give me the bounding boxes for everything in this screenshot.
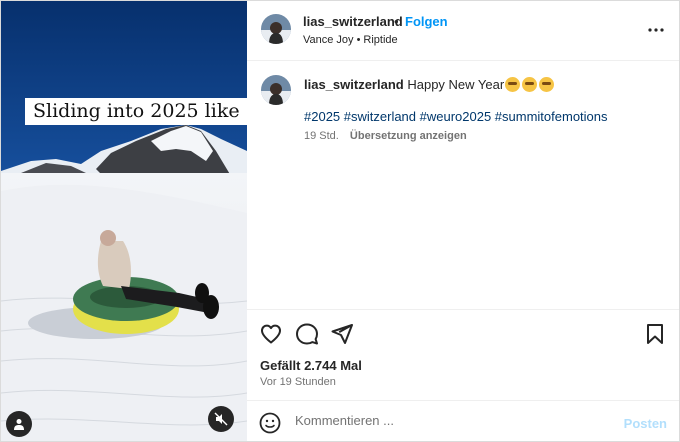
avatar-image [261,75,291,105]
share-button[interactable] [330,322,354,346]
snow-slope-photo [1,1,247,441]
heart-icon [261,324,281,344]
reel-overlay-caption: Sliding into 2025 like [25,98,247,125]
caption-age: 19 Std. [304,130,339,142]
author-username[interactable]: lias_switzerland [303,14,403,29]
author-avatar[interactable] [261,14,291,44]
post-caption: lias_switzerland Happy New Year [304,77,664,93]
partying-face-icon [539,77,555,92]
caption-author-avatar[interactable] [261,75,291,105]
user-tag-icon [14,419,24,430]
more-options-button[interactable] [647,21,665,39]
audio-track: Riptide [363,34,398,46]
bookmark-icon [647,324,663,344]
like-count[interactable]: Gefällt 2.744 Mal [260,358,362,373]
caption-emojis [505,77,556,92]
partying-face-icon [505,77,521,92]
post-comment-button[interactable]: Posten [624,416,667,431]
partying-face-icon [522,77,538,92]
post-details-panel: lias_switzerland • Folgen Vance Joy • Ript… [247,1,679,441]
like-button[interactable] [259,322,283,346]
post-media[interactable]: Sliding into 2025 like [1,1,247,441]
comment-bubble-icon [296,323,318,345]
caption-hashtags[interactable]: #2025 #switzerland #weuro2025 #summitofe… [304,109,608,124]
audio-info[interactable]: Vance Joy • Riptide [303,34,398,46]
caption-text: Happy New Year [407,77,505,92]
comment-button[interactable] [295,322,319,346]
add-comment-bar: Posten [247,400,679,441]
header-separator: • [394,14,399,29]
smiley-icon [259,412,281,434]
post-header: lias_switzerland • Folgen Vance Joy • Ript… [247,1,679,61]
audio-separator: • [356,34,361,46]
paper-plane-icon [331,324,353,344]
show-translation-link[interactable]: Übersetzung anzeigen [350,130,467,142]
comment-input[interactable] [295,413,595,428]
instagram-post-dialog: Sliding into 2025 like lias_switzerland … [0,0,680,442]
post-actions-bar [247,309,679,353]
emoji-picker-button[interactable] [259,412,281,434]
tagged-user-button[interactable] [6,411,32,437]
caption-username[interactable]: lias_switzerland [304,77,404,92]
more-horizontal-icon [648,28,664,32]
mute-toggle-button[interactable] [208,406,234,432]
avatar-image [261,14,291,44]
post-timestamp[interactable]: Vor 19 Stunden [260,376,336,388]
caption-meta: 19 Std. Übersetzung anzeigen [304,130,467,142]
follow-button[interactable]: Folgen [405,14,448,29]
audio-artist: Vance Joy [303,34,354,46]
speaker-muted-icon [214,412,228,426]
save-button[interactable] [643,322,667,346]
